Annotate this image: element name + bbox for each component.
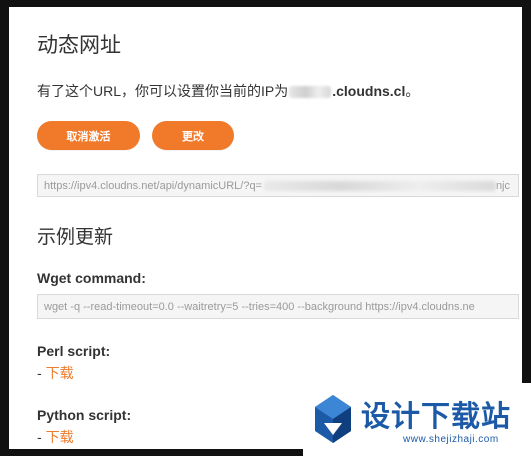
cancel-activation-button[interactable]: 取消激活 xyxy=(37,121,140,150)
dynamic-url-text: https://ipv4.cloudns.net/api/dynamicURL/… xyxy=(44,179,262,192)
watermark-url: www.shejizhaji.com xyxy=(403,434,499,445)
python-label: Python script: xyxy=(37,407,132,423)
dynamic-url-tail: njc xyxy=(495,179,510,192)
redacted-token xyxy=(264,180,496,191)
wget-command-field[interactable]: wget -q --read-timeout=0.0 --waitretry=5… xyxy=(37,294,519,319)
description: 有了这个URL，你可以设置你当前的IP为 .cloudns.cl。 xyxy=(37,81,419,101)
page-title: 动态网址 xyxy=(37,34,121,57)
wget-label: Wget command: xyxy=(37,270,146,286)
perl-download-link[interactable]: 下载 xyxy=(46,365,74,381)
dynamic-url-field[interactable]: https://ipv4.cloudns.net/api/dynamicURL/… xyxy=(37,174,519,197)
change-button[interactable]: 更改 xyxy=(152,121,234,150)
description-suffix: 。 xyxy=(405,83,420,99)
description-prefix: 有了这个URL，你可以设置你当前的IP为 xyxy=(37,83,289,99)
python-download-link[interactable]: 下载 xyxy=(46,429,74,445)
wget-command-text: wget -q --read-timeout=0.0 --waitretry=5… xyxy=(44,300,475,313)
python-dash: - xyxy=(37,429,42,445)
logo-icon xyxy=(315,395,351,443)
redacted-subdomain xyxy=(289,86,332,99)
perl-download: - 下载 xyxy=(37,363,74,383)
python-download: - 下载 xyxy=(37,427,74,447)
description-domain: .cloudns.cl xyxy=(332,83,406,99)
watermark-title: 设计下载站 xyxy=(361,399,512,433)
examples-title: 示例更新 xyxy=(37,227,114,248)
perl-label: Perl script: xyxy=(37,343,111,359)
watermark: 设计下载站 www.shejizhaji.com xyxy=(303,383,531,456)
perl-dash: - xyxy=(37,365,42,381)
